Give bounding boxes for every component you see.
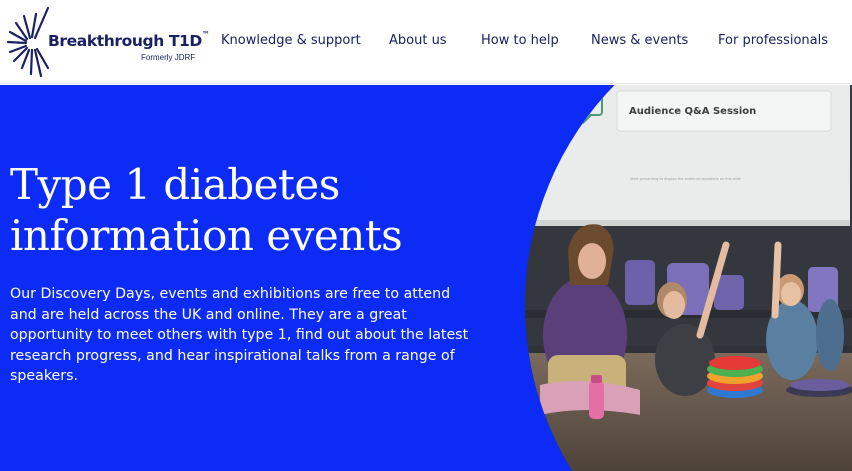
hero-photo: Audience Q&A Session Start presenting to… (525, 85, 852, 471)
nav-item-knowledge-support[interactable]: Knowledge & support (221, 33, 361, 48)
burst-logo-icon (6, 6, 50, 78)
brand-subtitle: Formerly JDRF (141, 53, 196, 62)
page-title: Type 1 diabetes information events (10, 160, 403, 260)
brand-name: Breakthrough T1D™ (48, 30, 210, 50)
brand-logo[interactable]: Breakthrough T1D™ Formerly JDRF (6, 4, 216, 80)
screen-slide-footnote: Start presenting to display the audience… (630, 177, 741, 181)
screen-slide-title: Audience Q&A Session (629, 106, 756, 117)
nav-item-news-events[interactable]: News & events (591, 33, 688, 48)
site-header: Breakthrough T1D™ Formerly JDRF Knowledg… (0, 0, 852, 84)
nav-item-about-us[interactable]: About us (389, 33, 447, 48)
hero-section: Audience Q&A Session Start presenting to… (0, 85, 852, 471)
nav-item-for-professionals[interactable]: For professionals (718, 33, 828, 48)
trademark-symbol: ™ (201, 30, 210, 39)
nav-item-how-to-help[interactable]: How to help (481, 33, 559, 48)
brand-name-text: Breakthrough T1D (48, 32, 202, 50)
hero-description: Our Discovery Days, events and exhibitio… (10, 286, 469, 384)
